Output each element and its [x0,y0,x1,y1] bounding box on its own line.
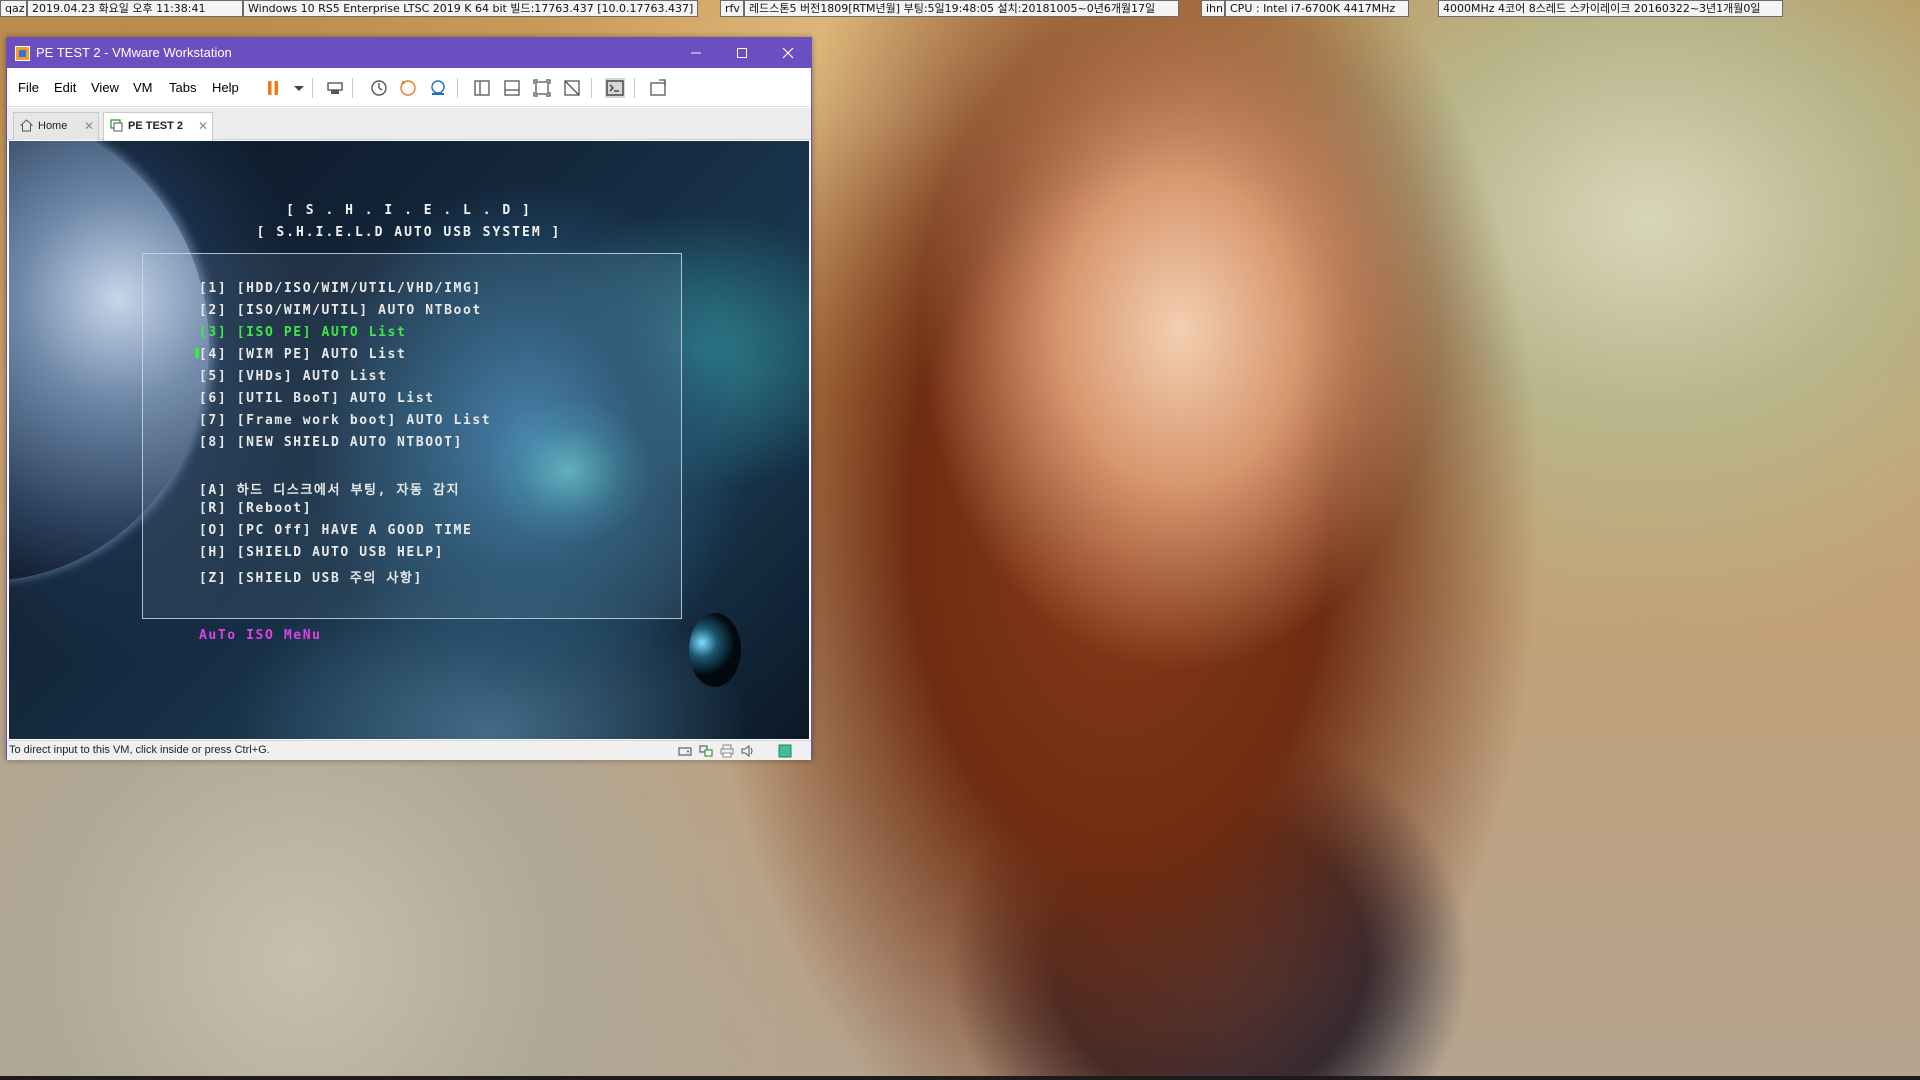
menu-tabs[interactable]: Tabs [169,80,196,95]
window-title: PE TEST 2 - VMware Workstation [36,45,232,60]
menu-vm[interactable]: VM [133,80,153,95]
top-info-bar: qaz 2019.04.23 화요일 오후 11:38:41 Windows 1… [0,0,1920,18]
status-text: To direct input to this VM, click inside… [9,744,270,756]
tab-label: Home [38,120,68,132]
shield-title: [ S . H . I . E . L . D ] [286,203,532,218]
maximize-button[interactable] [719,38,765,68]
auto-iso-menu-label: AuTo ISO MeNu [199,628,322,643]
send-ctrl-alt-del-icon[interactable] [325,78,345,98]
info-cpu: CPU : Intel i7-6700K 4417MHz [1225,0,1409,17]
vm-icon [110,119,123,132]
boot-option-2[interactable]: [2] [ISO/WIM/UTIL] AUTO NTBoot [199,303,482,318]
thumbnail-icon[interactable] [502,78,522,98]
boot-option-4[interactable]: [4] [WIM PE] AUTO List [199,347,406,362]
menu-file[interactable]: File [18,80,39,95]
menu-view[interactable]: View [91,80,119,95]
close-icon [782,47,794,59]
tab-bar: Home ✕ PE TEST 2 ✕ [7,108,811,141]
boot-option-h[interactable]: [H] [SHIELD AUTO USB HELP] [199,545,444,560]
boot-option-r[interactable]: [R] [Reboot] [199,501,312,516]
unity-icon[interactable] [562,78,582,98]
snapshot-icon[interactable] [369,78,389,98]
menu-edit[interactable]: Edit [54,80,76,95]
status-bar: To direct input to this VM, click inside… [7,740,811,760]
tab-label: PE TEST 2 [128,120,184,132]
stretch-icon[interactable] [648,78,668,98]
hard-disk-icon[interactable] [678,744,692,758]
boot-option-7[interactable]: [7] [Frame work boot] AUTO List [199,413,491,428]
shield-subtitle: [ S.H.I.E.L.D AUTO USB SYSTEM ] [256,225,562,240]
menu-toolbar: File Edit View VM Tabs Help [7,68,811,107]
boot-option-3[interactable]: [3] [ISO PE] AUTO List [199,325,406,340]
boot-option-5[interactable]: [5] [VHDs] AUTO List [199,369,388,384]
boot-option-a[interactable]: [A] 하드 디스크에서 부팅, 자동 감지 [199,479,460,498]
library-icon[interactable] [472,78,492,98]
title-bar[interactable]: PE TEST 2 - VMware Workstation [7,38,811,68]
minimize-button[interactable] [673,38,719,68]
info-datetime: 2019.04.23 화요일 오후 11:38:41 [27,0,243,17]
info-os-version: Windows 10 RS5 Enterprise LTSC 2019 K 64… [243,0,698,17]
toolbar-separator [352,78,353,98]
tab-pe-test-2[interactable]: PE TEST 2 ✕ [103,112,213,141]
moon-graphic [689,613,741,687]
taskbar-edge [0,1076,1920,1080]
vmware-app-icon [15,46,30,61]
full-screen-icon[interactable] [532,78,552,98]
info-build-uptime: 레드스톤5 버전1809[RTM년월] 부팅:5일19:48:05 설치:201… [744,0,1179,17]
boot-option-z[interactable]: [Z] [SHIELD USB 주의 사항] [199,567,423,586]
boot-option-o[interactable]: [O] [PC Off] HAVE A GOOD TIME [199,523,472,538]
close-tab-icon[interactable]: ✕ [198,113,208,139]
home-icon [20,119,33,132]
printer-icon[interactable] [720,744,734,758]
message-icon[interactable] [778,744,792,758]
boot-option-8[interactable]: [8] [NEW SHIELD AUTO NTBOOT] [199,435,463,450]
close-button[interactable] [765,38,811,68]
info-label-qaz: qaz [0,0,27,17]
menu-help[interactable]: Help [212,80,239,95]
dropdown-icon[interactable] [289,78,309,98]
toolbar-separator [591,78,592,98]
info-cpu-detail: 4000MHz 4코어 8스레드 스카이레이크 20160322~3년1개월0일 [1438,0,1783,17]
vm-display[interactable]: [ S . H . I . E . L . D ] [ S.H.I.E.L.D … [9,141,809,739]
info-label-rfv: rfv [720,0,744,17]
network-icon[interactable] [699,744,713,758]
boot-option-6[interactable]: [6] [UTIL BooT] AUTO List [199,391,435,406]
snapshot-manager-icon[interactable] [428,78,448,98]
boot-option-1[interactable]: [1] [HDD/ISO/WIM/UTIL/VHD/IMG] [199,281,482,296]
toolbar-separator [312,78,313,98]
revert-snapshot-icon[interactable] [398,78,418,98]
toolbar-separator [457,78,458,98]
maximize-icon [737,48,747,58]
console-icon[interactable] [605,78,625,98]
sound-icon[interactable] [741,744,755,758]
vmware-window: PE TEST 2 - VMware Workstation File Edit… [6,37,812,760]
toolbar-separator [634,78,635,98]
close-tab-icon[interactable]: ✕ [84,113,94,139]
minimize-icon [691,52,701,54]
tab-home[interactable]: Home ✕ [13,112,99,140]
pause-icon[interactable] [263,78,283,98]
info-label-ihn: ihn [1201,0,1225,17]
